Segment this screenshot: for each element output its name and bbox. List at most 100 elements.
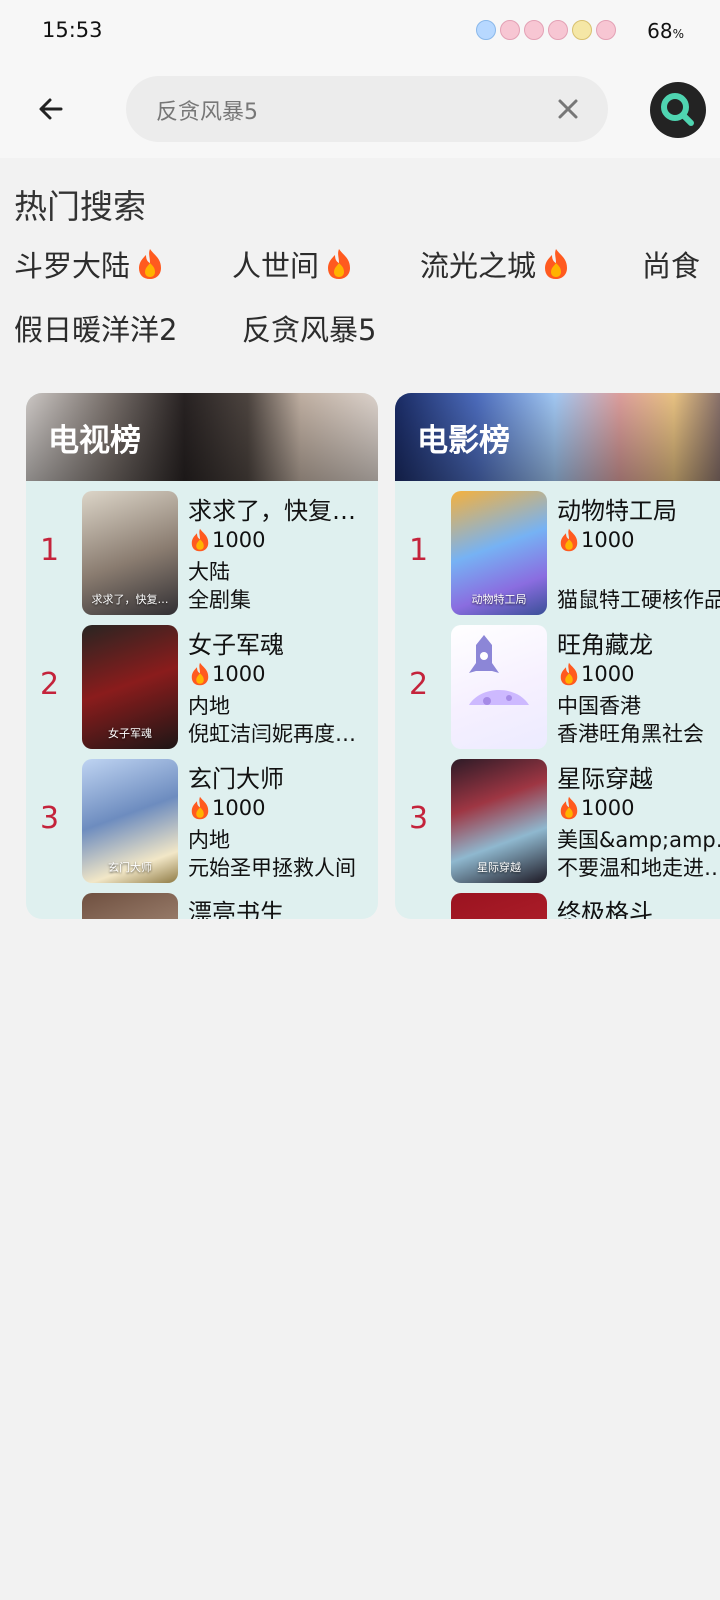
- heat-count: 1000: [188, 527, 265, 553]
- rank-number: 1: [409, 533, 429, 568]
- item-title: 求求了，快复…: [188, 497, 356, 525]
- search-icon: [661, 93, 694, 126]
- item-description: 猫鼠特工硬核作品: [557, 588, 720, 612]
- item-description: 倪虹洁闫妮再度…: [188, 722, 356, 746]
- poster-image: 求求了，快复…: [82, 491, 178, 615]
- ranking-item[interactable]: 1 动物特工局 动物特工局 1000 猫鼠特工硬核作品: [395, 491, 720, 617]
- flame-icon: [139, 249, 162, 279]
- search-bar: [0, 62, 720, 158]
- item-region: 内地: [188, 828, 230, 852]
- poster-image: [451, 625, 547, 749]
- ranking-item[interactable]: 2 女子军魂 女子军魂 1000 内地 倪虹洁闫妮再度…: [26, 625, 378, 751]
- item-title: 漂亮书生: [188, 899, 284, 919]
- battery-unit: %: [672, 27, 684, 41]
- heat-count: 1000: [188, 661, 265, 687]
- item-region: 美国&amp;amp;…: [557, 828, 720, 852]
- rank-number: 1: [40, 533, 60, 568]
- item-title: 旺角藏龙: [557, 631, 653, 659]
- rank-number: 2: [40, 667, 60, 702]
- item-description: 全剧集: [188, 588, 251, 612]
- heat-value: 1000: [581, 528, 635, 552]
- status-time: 15:53: [42, 18, 103, 42]
- flame-icon: [328, 249, 351, 279]
- hot-search-tag-label: 流光之城: [420, 249, 537, 283]
- heat-count: 1000: [557, 795, 634, 821]
- poster-title: 女子军魂: [108, 727, 152, 740]
- movie-ranking-title: 电影榜: [417, 423, 510, 459]
- ranking-item[interactable]: 3 玄门大师 玄门大师 1000 内地 元始圣甲拯救人间: [26, 759, 378, 885]
- hot-search-tag-label: 斗罗大陆: [14, 249, 131, 283]
- heat-value: 1000: [212, 528, 266, 552]
- rank-number: 3: [40, 801, 60, 836]
- poster-image: [451, 893, 547, 919]
- flame-icon: [560, 796, 578, 820]
- heat-count: 1000: [557, 527, 634, 553]
- battery-level: 68: [647, 19, 673, 43]
- flame-icon: [560, 528, 578, 552]
- poster-title: 星际穿越: [477, 861, 521, 874]
- poster-image: [82, 893, 178, 919]
- hot-search-title: 热门搜索: [14, 187, 146, 226]
- movie-ranking-header: 电影榜: [395, 393, 720, 481]
- hot-search-tag-label: 假日暖洋洋2: [14, 313, 178, 347]
- poster-image: 动物特工局: [451, 491, 547, 615]
- status-bar: 15:53 68%: [0, 0, 720, 62]
- ranking-item[interactable]: 3 星际穿越 星际穿越 1000 美国&amp;amp;… 不要温和地走进…: [395, 759, 720, 885]
- heat-count: 1000: [188, 795, 265, 821]
- hot-search-tag[interactable]: 反贪风暴5: [242, 307, 376, 349]
- hot-search-tag[interactable]: 假日暖洋洋2: [14, 307, 177, 349]
- poster-title: 玄门大师: [108, 861, 152, 874]
- item-title: 动物特工局: [557, 497, 677, 525]
- item-region: 中国香港: [557, 694, 641, 718]
- hot-search-tag-label: 尚食: [642, 249, 701, 283]
- rank-number: 3: [409, 801, 429, 836]
- item-region: 内地: [188, 694, 230, 718]
- poster-title: 求求了，快复…: [91, 593, 169, 606]
- rocket-icon: [469, 635, 529, 705]
- flame-icon: [191, 662, 209, 686]
- poster-image: 女子军魂: [82, 625, 178, 749]
- hot-search-tag[interactable]: 尚食: [642, 243, 700, 285]
- flame-icon: [560, 662, 578, 686]
- rank-number: 2: [409, 667, 429, 702]
- item-description: 不要温和地走进…: [557, 856, 720, 880]
- status-icons: [476, 20, 636, 44]
- flame-icon: [191, 796, 209, 820]
- clear-search-button[interactable]: [550, 91, 586, 127]
- movie-ranking-card: 电影榜 1 动物特工局 动物特工局 1000 猫鼠特工硬核作品 2 旺角藏龙 1…: [395, 393, 720, 919]
- flame-icon: [545, 249, 568, 279]
- poster-image: 玄门大师: [82, 759, 178, 883]
- tv-ranking-title: 电视榜: [48, 423, 141, 459]
- poster-image: 星际穿越: [451, 759, 547, 883]
- heat-value: 1000: [212, 662, 266, 686]
- search-button[interactable]: [650, 82, 706, 138]
- item-title: 星际穿越: [557, 765, 653, 793]
- battery-indicator: 68%: [647, 19, 684, 43]
- flame-icon: [191, 528, 209, 552]
- tv-ranking-card: 电视榜 1 求求了，快复… 求求了，快复… 1000 大陆 全剧集 2 女子军魂…: [26, 393, 378, 919]
- ranking-item[interactable]: 漂亮书生: [26, 893, 378, 919]
- hot-search-tag[interactable]: 流光之城: [420, 243, 572, 285]
- search-input[interactable]: [154, 76, 538, 144]
- heat-value: 1000: [212, 796, 266, 820]
- heat-value: 1000: [581, 796, 635, 820]
- heat-count: 1000: [557, 661, 634, 687]
- back-button[interactable]: [28, 86, 74, 132]
- close-icon: [558, 99, 578, 119]
- poster-title: 动物特工局: [471, 593, 527, 606]
- hot-search-tag-label: 反贪风暴5: [242, 313, 377, 347]
- ranking-item[interactable]: 1 求求了，快复… 求求了，快复… 1000 大陆 全剧集: [26, 491, 378, 617]
- ranking-item[interactable]: 2 旺角藏龙 1000 中国香港 香港旺角黑社会: [395, 625, 720, 751]
- ranking-item[interactable]: 终极格斗: [395, 893, 720, 919]
- item-region: 大陆: [188, 560, 230, 584]
- search-field: [126, 76, 608, 144]
- tv-ranking-header: 电视榜: [26, 393, 378, 481]
- item-description: 香港旺角黑社会: [557, 722, 704, 746]
- item-title: 玄门大师: [188, 765, 284, 793]
- hot-search-tag-label: 人世间: [232, 249, 320, 283]
- item-title: 终极格斗: [557, 899, 653, 919]
- item-title: 女子军魂: [188, 631, 284, 659]
- hot-search-tag[interactable]: 斗罗大陆: [14, 243, 166, 285]
- hot-search-tag[interactable]: 人世间: [232, 243, 355, 285]
- item-description: 元始圣甲拯救人间: [188, 856, 356, 880]
